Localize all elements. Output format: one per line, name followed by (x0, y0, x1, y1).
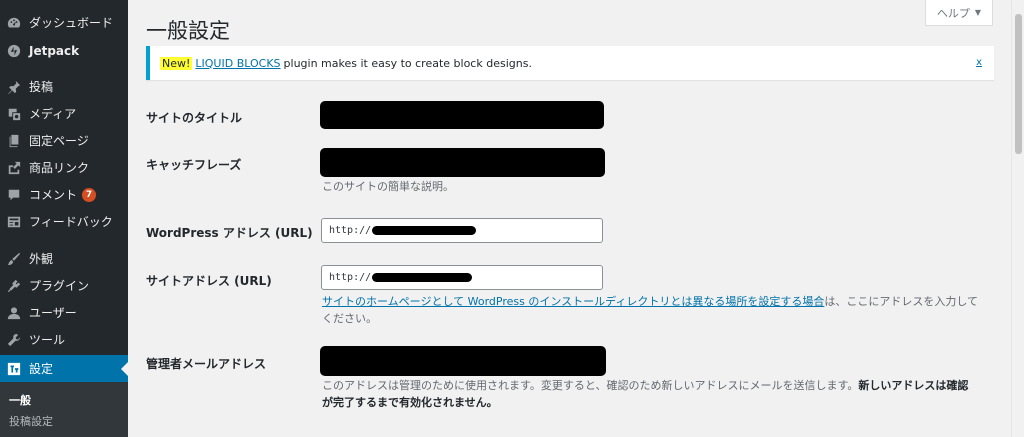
pin-icon (7, 80, 21, 94)
site-address-label: サイトアドレス (URL) (146, 274, 272, 288)
page-title: 一般設定 (146, 19, 230, 43)
tagline-label: キャッチフレーズ (146, 158, 242, 172)
sidebar-item-media[interactable]: メディア (0, 100, 128, 127)
sidebar-item-users[interactable]: ユーザー (0, 299, 128, 326)
admin-email-desc-bold2: が完了するまで有効化されません。 (322, 396, 498, 409)
tagline-input-redacted[interactable] (320, 148, 605, 177)
admin-email-label: 管理者メールアドレス (146, 357, 267, 371)
new-highlight: New! (160, 56, 193, 70)
help-tab-button[interactable]: ヘルプ ▼ (925, 0, 993, 26)
sidebar-item-product-links[interactable]: 商品リンク (0, 154, 128, 181)
settings-submenu: 一般 投稿設定 (0, 382, 128, 437)
sidebar-item-tools[interactable]: ツール (0, 326, 128, 353)
settings-icon (7, 362, 21, 376)
wrench-icon (7, 333, 21, 347)
dismiss-notice-button[interactable]: x (976, 57, 982, 68)
sidebar-item-label: ユーザー (29, 306, 77, 320)
sidebar-item-label: コメント (29, 188, 78, 202)
caret-down-icon: ▼ (974, 8, 982, 17)
pages-icon (7, 134, 21, 148)
sidebar-item-label: ツール (29, 333, 66, 347)
site-address-help-link[interactable]: サイトのホームページとして WordPress のインストールディレクトリとは異… (322, 295, 824, 308)
sidebar-item-label: 固定ページ (29, 134, 89, 148)
media-icon (7, 107, 21, 121)
sidebar-item-label: ダッシュボード (29, 16, 114, 30)
wp-address-label: WordPress アドレス (URL) (146, 224, 313, 241)
liquid-blocks-link[interactable]: LIQUID BLOCKS (195, 57, 280, 70)
notice-message: plugin makes it easy to create block des… (283, 56, 532, 70)
sidebar-item-label: 商品リンク (29, 161, 90, 175)
site-address-value: http:// (329, 272, 372, 283)
sidebar-item-label: 設定 (29, 362, 54, 376)
url-redaction (372, 273, 473, 282)
wp-address-field[interactable]: http:// (321, 218, 603, 243)
url-redaction (372, 226, 477, 235)
site-address-desc-tail: は、ここにアドレスを入力して (824, 295, 979, 308)
feedback-icon (7, 215, 21, 229)
brush-icon (7, 252, 21, 266)
comment-count-badge: 7 (82, 187, 97, 202)
sidebar-item-label: メディア (29, 107, 77, 121)
help-label: ヘルプ (936, 6, 970, 20)
admin-email-input-redacted[interactable] (320, 346, 606, 376)
submenu-item-general[interactable]: 一般 (9, 392, 31, 408)
sidebar-item-posts[interactable]: 投稿 (0, 73, 128, 100)
admin-email-desc-bold1: 新しいアドレスは確認 (858, 379, 969, 392)
sidebar-item-comments[interactable]: コメント 7 (0, 181, 128, 208)
wp-address-label-text: WordPress アドレス (URL) (146, 226, 313, 240)
dashboard-icon (7, 16, 21, 30)
tagline-description: このサイトの簡単な説明。 (322, 180, 454, 193)
page-scrollbar[interactable] (1011, 0, 1024, 437)
admin-sidebar: ダッシュボード Jetpack 投稿 メディア 固定ページ 商品リンク コメント… (0, 0, 128, 437)
sidebar-item-settings[interactable]: 設定 (0, 355, 128, 382)
admin-email-desc-text: このアドレスは管理のために使用されます。変更すると、確認のため新しいアドレスにメ… (322, 379, 859, 392)
submenu-item-writing[interactable]: 投稿設定 (9, 413, 53, 429)
sidebar-item-feedback[interactable]: フィードバック (0, 208, 128, 235)
site-address-field[interactable]: http:// (321, 265, 603, 290)
site-address-description: サイトのホームページとして WordPress のインストールディレクトリとは異… (322, 293, 994, 327)
active-indicator (121, 362, 128, 376)
site-title-input-redacted[interactable] (320, 101, 604, 129)
sidebar-item-label: フィードバック (29, 215, 113, 229)
site-title-label: サイトのタイトル (146, 111, 243, 125)
sidebar-item-label: 投稿 (29, 80, 54, 94)
plugin-notice: New! LIQUID BLOCKS plugin makes it easy … (146, 46, 994, 80)
sidebar-item-pages[interactable]: 固定ページ (0, 127, 128, 154)
site-address-desc-line2: ください。 (322, 312, 377, 325)
scrollbar-thumb[interactable] (1015, 14, 1022, 154)
plugin-icon (7, 279, 21, 293)
admin-email-description: このアドレスは管理のために使用されます。変更すると、確認のため新しいアドレスにメ… (322, 377, 994, 411)
sidebar-item-label: 外観 (29, 252, 54, 266)
wp-address-value: http:// (329, 225, 372, 236)
link-out-icon (7, 161, 21, 175)
sidebar-item-plugins[interactable]: プラグイン (0, 272, 128, 299)
sidebar-item-dashboard[interactable]: ダッシュボード (0, 9, 128, 36)
sidebar-item-appearance[interactable]: 外観 (0, 245, 128, 272)
comment-icon (7, 188, 21, 202)
sidebar-item-label: Jetpack (29, 43, 80, 58)
sidebar-item-label: プラグイン (29, 279, 90, 293)
sidebar-item-jetpack[interactable]: Jetpack (0, 37, 128, 64)
user-icon (7, 306, 21, 320)
jetpack-icon (7, 44, 21, 58)
